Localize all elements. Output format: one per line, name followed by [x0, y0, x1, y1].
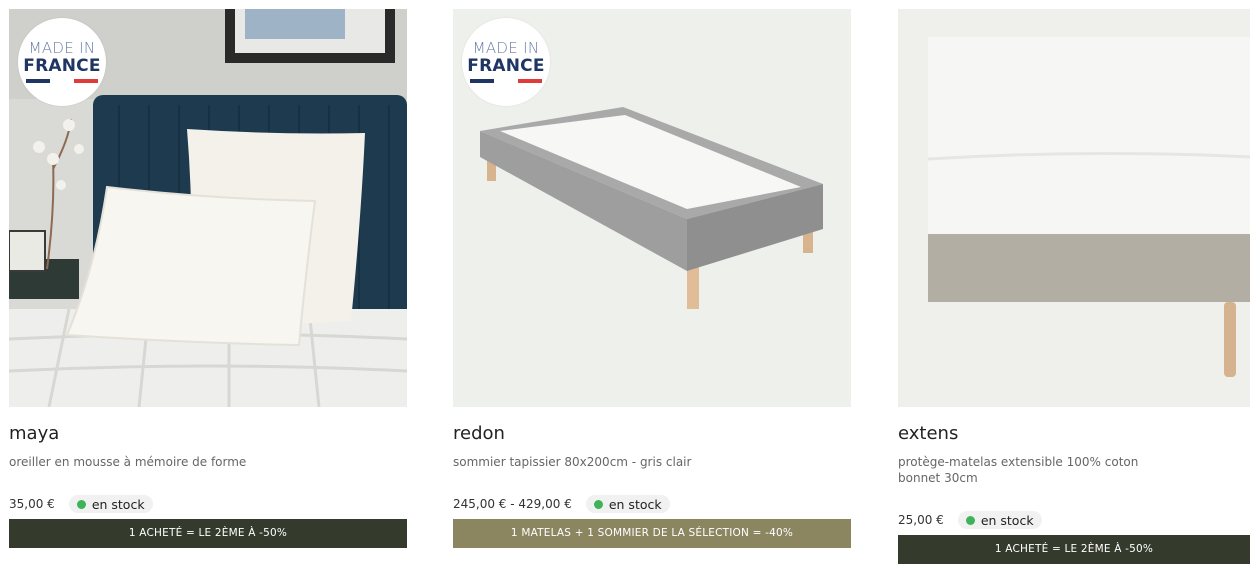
stock-label: en stock — [608, 496, 662, 512]
product-description: protège-matelas extensible 100% coton bo… — [898, 455, 1139, 485]
product-image-extens[interactable] — [898, 9, 1250, 407]
stock-badge: en stock — [957, 511, 1042, 529]
stock-label: en stock — [980, 512, 1034, 528]
product-name[interactable]: redon — [453, 423, 851, 445]
product-name[interactable]: extens — [898, 423, 1250, 445]
product-price: 245,00 € - 429,00 € — [453, 497, 572, 511]
stock-badge: en stock — [68, 495, 153, 513]
product-card-extens[interactable]: extens protège-matelas extensible 100% c… — [898, 9, 1250, 564]
product-card-maya[interactable]: MADE IN FRANCE maya oreiller en mousse à… — [9, 9, 407, 548]
mattress-protector-photo — [898, 9, 1250, 407]
badge-france: FRANCE — [467, 56, 545, 76]
product-price: 25,00 € — [898, 513, 944, 527]
promo-banner[interactable]: 1 ACHETÉ = LE 2ÈME À -50% — [898, 535, 1250, 564]
badge-france: FRANCE — [23, 56, 101, 76]
promo-banner[interactable]: 1 ACHETÉ = LE 2ÈME À -50% — [9, 519, 407, 548]
in-stock-dot-icon — [593, 499, 603, 509]
product-card-redon[interactable]: MADE IN FRANCE redon sommier tapissier 8… — [453, 9, 851, 548]
promo-banner[interactable]: 1 MATELAS + 1 SOMMIER DE LA SÉLECTION = … — [453, 519, 851, 548]
product-description: sommier tapissier 80x200cm - gris clair — [453, 455, 692, 469]
product-description: oreiller en mousse à mémoire de forme — [9, 455, 247, 469]
made-in-france-badge: MADE IN FRANCE — [18, 18, 106, 106]
product-price: 35,00 € — [9, 497, 55, 511]
stock-badge: en stock — [585, 495, 670, 513]
stock-label: en stock — [91, 496, 145, 512]
french-flag-icon — [26, 79, 98, 83]
french-flag-icon — [470, 79, 542, 83]
badge-made-in: MADE IN — [472, 39, 540, 57]
in-stock-dot-icon — [76, 499, 86, 509]
product-name[interactable]: maya — [9, 423, 407, 445]
product-image-maya[interactable]: MADE IN FRANCE — [9, 9, 407, 407]
product-image-redon[interactable]: MADE IN FRANCE — [453, 9, 851, 407]
made-in-france-badge: MADE IN FRANCE — [462, 18, 550, 106]
badge-made-in: MADE IN — [28, 39, 96, 57]
in-stock-dot-icon — [965, 515, 975, 525]
